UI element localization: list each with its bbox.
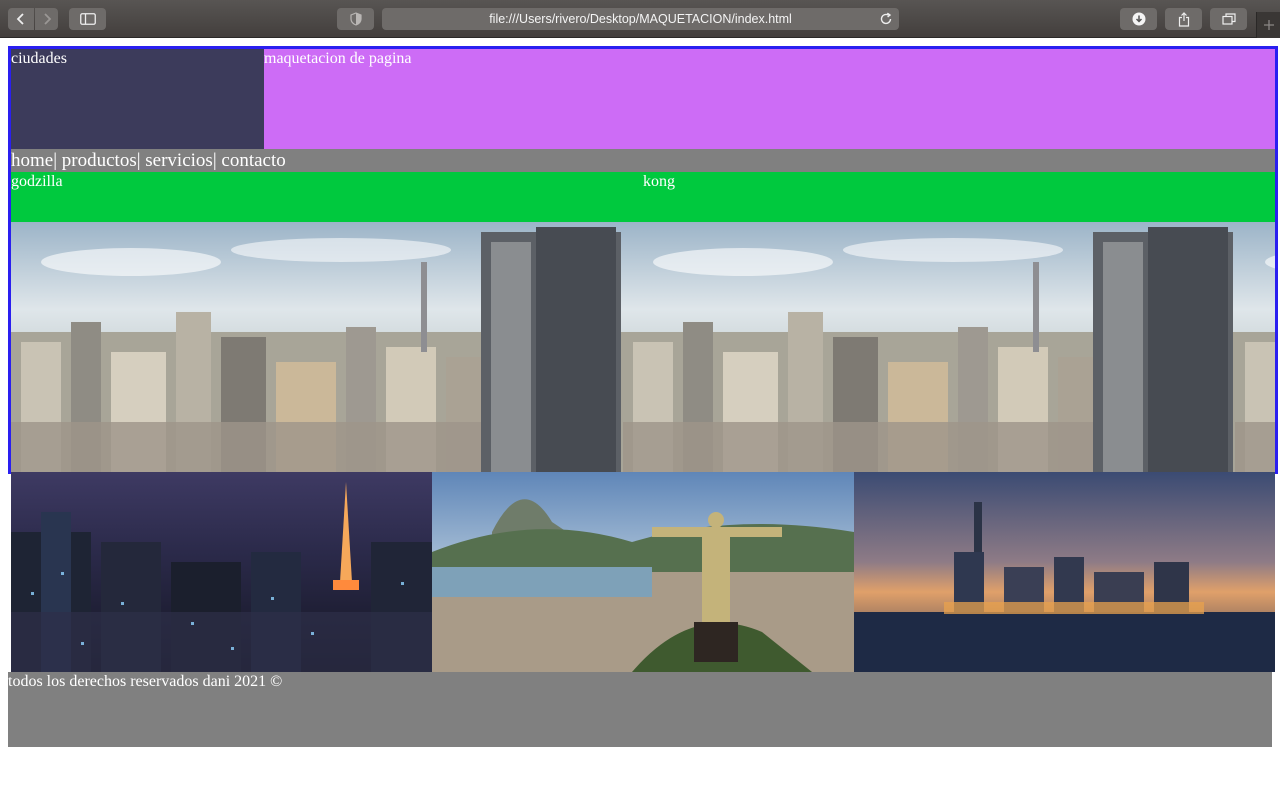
nav-link-productos[interactable]: productos (62, 150, 137, 171)
logo-text: ciudades (11, 50, 67, 67)
header-banner: maquetacion de pagina (264, 49, 1275, 149)
new-tab-icon (1263, 20, 1274, 30)
nav-separator: | (136, 150, 141, 171)
forward-button[interactable] (35, 8, 58, 30)
new-tab-button[interactable] (1256, 12, 1280, 38)
share-icon (1178, 11, 1189, 27)
nav-separator: | (53, 150, 58, 171)
tokyo-image (11, 472, 432, 672)
sidebar-icon (79, 13, 96, 25)
banner-text: maquetacion de pagina (264, 50, 412, 67)
newyork-image (854, 472, 1275, 672)
nav-bar: home| productos| servicios| contacto (11, 149, 1275, 172)
footer-text: todos los derechos reservados dani 2021 … (8, 673, 283, 690)
nav-links: home| productos| servicios| contacto (11, 150, 286, 172)
forward-icon (43, 13, 51, 25)
back-button[interactable] (8, 8, 34, 30)
privacy-button[interactable] (337, 8, 374, 30)
skyline-background-image (11, 222, 1275, 472)
nav-link-home[interactable]: home (11, 150, 53, 171)
tabs-overview-button[interactable] (1210, 8, 1247, 30)
shield-icon (349, 12, 362, 26)
nav-separator: | (212, 150, 217, 171)
godzilla-label: godzilla (11, 173, 63, 190)
reload-icon[interactable] (879, 12, 893, 26)
nav-link-servicios[interactable]: servicios (145, 150, 213, 171)
logo-box: ciudades (11, 49, 264, 149)
rio-image (432, 472, 854, 672)
download-icon (1132, 12, 1145, 26)
content-row: godzilla kong (11, 172, 1275, 222)
downloads-button[interactable] (1120, 8, 1157, 30)
kong-label: kong (643, 173, 675, 190)
sidebar-button[interactable] (69, 8, 106, 30)
share-button[interactable] (1165, 8, 1202, 30)
footer: todos los derechos reservados dani 2021 … (8, 672, 1272, 747)
browser-toolbar: file:///Users/rivero/Desktop/MAQUETACION… (0, 0, 1280, 38)
tabs-icon (1221, 13, 1236, 25)
url-bar[interactable]: file:///Users/rivero/Desktop/MAQUETACION… (382, 8, 899, 30)
back-icon (16, 13, 24, 25)
nav-link-contacto[interactable]: contacto (221, 150, 285, 171)
url-text: file:///Users/rivero/Desktop/MAQUETACION… (489, 12, 792, 26)
